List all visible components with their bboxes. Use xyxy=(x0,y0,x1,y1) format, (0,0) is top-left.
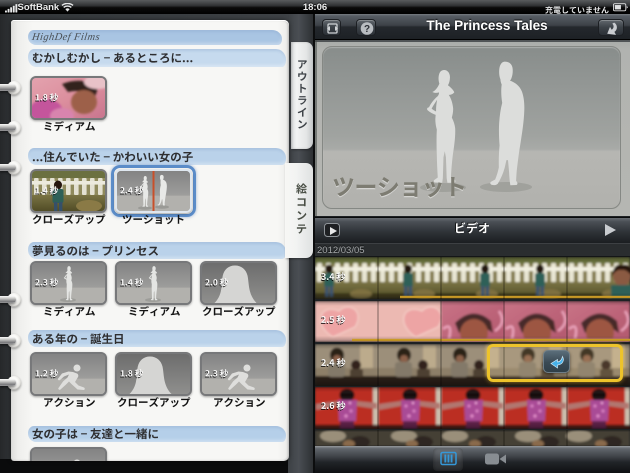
svg-text:?: ? xyxy=(364,24,370,35)
